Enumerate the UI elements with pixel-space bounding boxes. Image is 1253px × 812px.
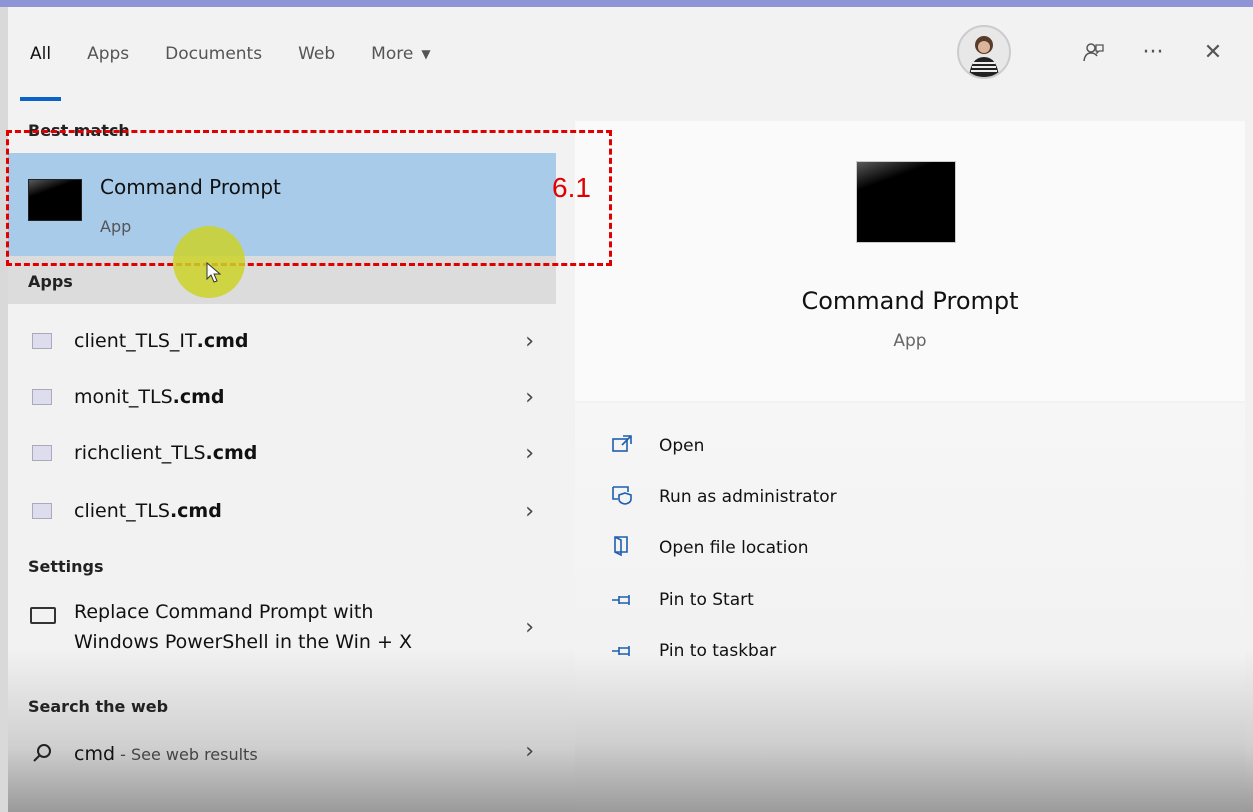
actions-pane: Open Run as administrator Open file loca… [575,403,1245,812]
cmd-file-icon [32,445,52,461]
action-pin-to-taskbar[interactable]: Pin to taskbar [609,636,776,666]
app-result-item[interactable]: client_TLS.cmd › [8,483,556,539]
chevron-right-icon[interactable]: › [525,329,534,354]
settings-result-item[interactable]: Replace Command Prompt with Windows Powe… [8,597,556,665]
avatar[interactable] [957,25,1011,79]
user-photo-icon [969,36,999,77]
shield-window-icon [609,485,635,510]
web-result-item[interactable]: cmd - See web results › [8,727,556,781]
app-result-item[interactable]: monit_TLS.cmd › [8,369,556,425]
keyboard-icon [30,607,56,624]
preview-title: Command Prompt [801,287,1019,315]
search-web-header: Search the web [28,697,169,716]
tab-more[interactable]: More ▼ [371,7,430,101]
folder-icon [609,535,635,561]
action-pin-to-start[interactable]: Pin to Start [609,585,754,615]
open-icon [609,434,635,458]
apps-header: Apps [28,272,73,291]
annotation-label: 6.1 [552,172,591,203]
more-options-icon[interactable]: ··· [1141,40,1165,65]
tab-documents[interactable]: Documents [165,7,262,101]
chevron-right-icon[interactable]: › [525,385,534,410]
cmd-file-icon [32,333,52,349]
preview-subtitle: App [893,331,927,351]
preview-pane: Command Prompt App [575,121,1245,401]
feedback-icon[interactable] [1081,40,1105,64]
close-icon[interactable]: ✕ [1201,40,1225,65]
pin-icon [609,639,635,663]
header-actions: ··· ✕ [957,25,1225,79]
chevron-right-icon[interactable]: › [525,615,534,640]
search-panel: All Apps Documents Web More ▼ ··· ✕ Best … [8,7,1253,812]
chevron-right-icon[interactable]: › [525,499,534,524]
action-open[interactable]: Open [609,431,704,461]
search-icon [32,743,52,768]
annotation-box [6,130,612,266]
chevron-right-icon[interactable]: › [525,441,534,466]
mouse-pointer-icon [206,262,222,283]
pin-icon [609,588,635,612]
app-result-item[interactable]: richclient_TLS.cmd › [8,425,556,481]
tab-apps[interactable]: Apps [87,7,129,101]
command-prompt-large-icon [856,161,956,243]
chevron-right-icon[interactable]: › [525,739,534,764]
top-accent-strip [0,0,1253,7]
chevron-down-icon: ▼ [421,47,431,61]
app-result-item[interactable]: client_TLS_IT.cmd › [8,313,556,369]
filter-tabs: All Apps Documents Web More ▼ [19,7,467,101]
cmd-file-icon [32,503,52,519]
settings-header: Settings [28,557,104,576]
cmd-file-icon [32,389,52,405]
action-run-as-admin[interactable]: Run as administrator [609,482,837,512]
action-open-file-location[interactable]: Open file location [609,533,809,563]
tab-all[interactable]: All [19,7,62,101]
tab-web[interactable]: Web [298,7,335,101]
